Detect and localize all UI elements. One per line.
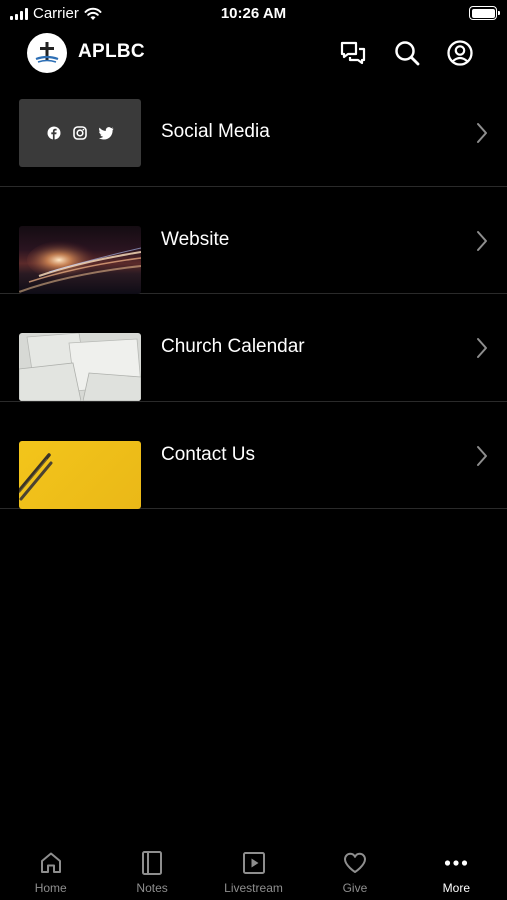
facebook-icon	[47, 126, 60, 140]
tab-label: Notes	[136, 881, 168, 895]
chat-button[interactable]	[338, 38, 368, 68]
tab-bar: Home Notes Livestream Give More	[0, 838, 507, 900]
menu-item-church-calendar[interactable]: Church Calendar	[0, 294, 507, 402]
menu-item-label: Social Media	[161, 121, 270, 143]
cross-logo-icon[interactable]	[27, 33, 67, 73]
tab-label: Livestream	[224, 881, 283, 895]
menu-item-social-media[interactable]: Social Media	[0, 79, 507, 187]
search-button[interactable]	[392, 38, 422, 68]
profile-button[interactable]	[445, 38, 475, 68]
chevron-right-icon	[477, 230, 487, 251]
tab-home[interactable]: Home	[0, 838, 101, 900]
tab-label: More	[442, 881, 470, 895]
search-icon	[395, 41, 420, 66]
app-title: APLBC	[78, 41, 145, 62]
menu-list: Social Media Website Church Calendar Con…	[0, 79, 507, 509]
more-icon	[445, 860, 468, 866]
tab-label: Home	[34, 881, 67, 895]
status-time: 10:26 AM	[220, 5, 287, 22]
contact-thumbnail	[19, 440, 141, 509]
tab-livestream[interactable]: Livestream	[203, 838, 304, 900]
play-icon	[242, 852, 265, 874]
menu-item-label: Church Calendar	[161, 336, 305, 358]
menu-item-label: Website	[161, 228, 230, 250]
profile-icon	[447, 40, 473, 66]
notes-icon	[142, 851, 163, 875]
tab-notes[interactable]: Notes	[101, 838, 202, 900]
instagram-icon	[72, 126, 87, 140]
twitter-icon	[98, 126, 113, 139]
calendar-thumbnail	[19, 333, 141, 402]
app-header: APLBC	[0, 28, 507, 78]
social-media-thumbnail	[19, 99, 141, 167]
chevron-right-icon	[477, 123, 487, 143]
battery-icon	[469, 6, 500, 20]
menu-item-label: Contact Us	[161, 443, 255, 465]
home-icon	[40, 852, 61, 873]
tab-more[interactable]: More	[406, 838, 507, 900]
chevron-right-icon	[477, 445, 487, 466]
tab-label: Give	[342, 881, 368, 895]
menu-item-website[interactable]: Website	[0, 187, 507, 294]
website-thumbnail	[19, 225, 141, 294]
status-bar: Carrier 10:26 AM	[0, 0, 507, 28]
heart-icon	[343, 852, 366, 873]
tab-give[interactable]: Give	[304, 838, 405, 900]
chat-icon	[340, 41, 366, 65]
menu-item-contact-us[interactable]: Contact Us	[0, 402, 507, 509]
chevron-right-icon	[477, 338, 487, 358]
